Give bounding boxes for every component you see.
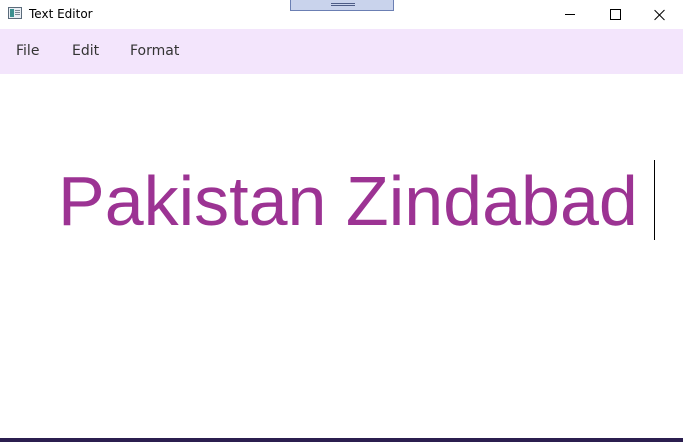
app-icon[interactable] <box>8 7 22 19</box>
window-bottom-border <box>0 438 683 442</box>
text-caret <box>654 160 655 240</box>
snap-drag-handle[interactable] <box>290 0 394 11</box>
menu-bar: File Edit Format <box>0 29 683 74</box>
maximize-icon <box>609 9 621 20</box>
window-title: Text Editor <box>29 7 93 21</box>
menu-format[interactable]: Format <box>130 29 179 74</box>
minimize-button[interactable] <box>547 0 593 29</box>
menu-file[interactable]: File <box>16 29 39 74</box>
maximize-button[interactable] <box>592 0 638 29</box>
minimize-icon <box>565 14 575 15</box>
text-editor-window: Text Editor File Edit Format Pakistan Zi… <box>0 0 683 442</box>
menu-edit[interactable]: Edit <box>72 29 99 74</box>
close-icon <box>654 9 666 21</box>
title-bar[interactable]: Text Editor <box>0 0 683 29</box>
editor-content: Pakistan Zindabad <box>58 162 638 240</box>
text-editor-area[interactable]: Pakistan Zindabad <box>0 74 683 438</box>
close-button[interactable] <box>637 0 683 29</box>
